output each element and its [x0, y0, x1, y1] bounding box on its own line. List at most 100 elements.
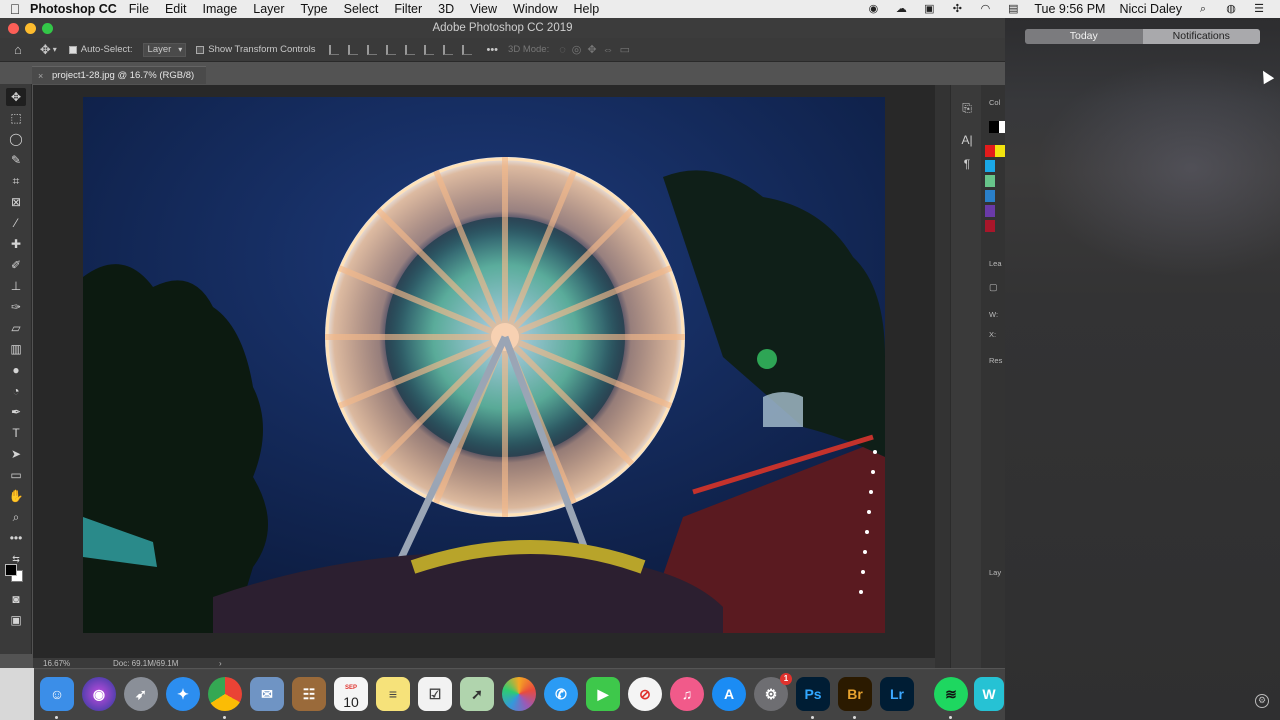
quick-mask-icon[interactable]: ◙ [6, 590, 26, 608]
menu-filter[interactable]: Filter [394, 2, 422, 16]
menubar-user[interactable]: Nicci Daley [1119, 2, 1182, 16]
record-icon[interactable]: ◉ [866, 2, 880, 16]
reminders-icon[interactable]: ☑ [418, 677, 452, 711]
system-preferences-icon[interactable]: ⚙ 1 [754, 673, 792, 711]
extensions-icon[interactable]: ✣ [950, 2, 964, 16]
menu-select[interactable]: Select [344, 2, 379, 16]
show-transform-checkbox[interactable] [196, 45, 205, 54]
messages-icon[interactable]: ✆ [544, 677, 578, 711]
color-panel-label[interactable]: Col [989, 98, 1000, 107]
hand-tool-icon[interactable]: ✋ [6, 487, 26, 505]
eraser-tool-icon[interactable]: ▱ [6, 319, 26, 337]
menu-edit[interactable]: Edit [165, 2, 187, 16]
clone-stamp-tool-icon[interactable]: ⊥ [6, 277, 26, 295]
menu-3d[interactable]: 3D [438, 2, 454, 16]
spotify-icon[interactable]: ≋ [934, 677, 968, 711]
lasso-tool-icon[interactable]: ◯ [6, 130, 26, 148]
safari-icon[interactable]: ✦ [166, 677, 200, 711]
rectangle-tool-icon[interactable]: ▭ [6, 466, 26, 484]
input-flag-icon[interactable]: ▤ [1006, 2, 1020, 16]
menu-app-name[interactable]: Photoshop CC [30, 2, 117, 16]
move-tool-icon[interactable]: ✥ [6, 88, 26, 106]
mail-icon[interactable]: ✉ [250, 677, 284, 711]
layers-panel-label[interactable]: Lay [989, 568, 1001, 577]
zoom-tool-icon[interactable]: ⌕ [6, 508, 26, 526]
canvas-area[interactable] [33, 85, 935, 658]
itunes-icon[interactable]: ♫ [670, 677, 704, 711]
character-panel-icon[interactable]: A| [957, 129, 977, 153]
foreground-color-swatch[interactable] [5, 564, 17, 576]
align-right-icon[interactable] [367, 44, 378, 55]
swatch-purple[interactable] [985, 205, 995, 217]
3d-mode-icons[interactable]: ◌◎✥⇔▭ [559, 43, 636, 56]
apple-menu-icon[interactable]:  [0, 1, 30, 17]
menu-file[interactable]: File [129, 2, 149, 16]
swatch-blue[interactable] [985, 190, 995, 202]
lightroom-dock-icon[interactable]: Lr [880, 677, 914, 711]
nc-tab-notifications[interactable]: Notifications [1142, 29, 1260, 44]
zoom-window-icon[interactable] [42, 23, 53, 34]
dodge-tool-icon[interactable]: ◔ [6, 382, 26, 400]
frame-tool-icon[interactable]: ⊠ [6, 193, 26, 211]
brush-tool-icon[interactable]: ✐ [6, 256, 26, 274]
siri-app-icon[interactable]: ◉ [82, 677, 116, 711]
calendar-icon[interactable]: SEP 10 [334, 677, 368, 711]
eyedropper-tool-icon[interactable]: ⁄ [6, 214, 26, 232]
paragraph-panel-icon[interactable]: ¶ [957, 153, 977, 177]
nc-settings-gear-icon[interactable]: ⚙ [1255, 694, 1269, 708]
close-window-icon[interactable] [8, 23, 19, 34]
edit-toolbar-icon[interactable]: ••• [6, 529, 26, 547]
learn-panel-label[interactable]: Lea [989, 259, 1002, 268]
contacts-icon[interactable]: ☷ [292, 677, 326, 711]
spotlight-search-icon[interactable]: ⌕ [1196, 2, 1210, 16]
swatch-black[interactable] [989, 121, 999, 133]
document-tab[interactable]: × project1-28.jpg @ 16.7% (RGB/8) [32, 66, 207, 85]
menu-layer[interactable]: Layer [253, 2, 284, 16]
facetime-icon[interactable]: ▶ [586, 677, 620, 711]
ferris-wheel-photo[interactable] [83, 97, 885, 633]
pen-tool-icon[interactable]: ✒ [6, 403, 26, 421]
more-options-icon[interactable]: ••• [486, 44, 498, 56]
evernote-icon[interactable]: ▣ [922, 2, 936, 16]
history-panel-icon[interactable]: ⎘ [957, 97, 977, 121]
path-selection-tool-icon[interactable]: ➤ [6, 445, 26, 463]
creative-cloud-icon[interactable]: ☁ [894, 2, 908, 16]
distribute-h-icon[interactable] [386, 44, 397, 55]
webex-icon[interactable]: W [974, 677, 1004, 711]
menu-image[interactable]: Image [203, 2, 238, 16]
swatch-yellow[interactable] [995, 145, 1005, 157]
menu-window[interactable]: Window [513, 2, 557, 16]
chrome-icon[interactable] [208, 677, 242, 711]
align-left-icon[interactable] [329, 44, 340, 55]
align-bottom-icon[interactable] [443, 44, 454, 55]
close-tab-icon[interactable]: × [38, 67, 43, 85]
align-top-icon[interactable] [405, 44, 416, 55]
align-middle-icon[interactable] [424, 44, 435, 55]
nc-tab-today[interactable]: Today [1025, 29, 1143, 44]
gradient-tool-icon[interactable]: ▥ [6, 340, 26, 358]
auto-select-checkbox[interactable] [68, 45, 77, 54]
photos-icon[interactable] [502, 677, 536, 711]
menu-help[interactable]: Help [574, 2, 600, 16]
tool-preset-chevron-icon[interactable]: ▾ [53, 45, 57, 54]
type-tool-icon[interactable]: T [6, 424, 26, 442]
menu-type[interactable]: Type [301, 2, 328, 16]
screen-mode-icon[interactable]: ▣ [6, 611, 26, 629]
notes-icon[interactable]: ≡ [376, 677, 410, 711]
move-tool-icon[interactable]: ✥ [40, 42, 51, 58]
maps-icon[interactable]: ➚ [460, 677, 494, 711]
news-icon[interactable]: ⊘ [628, 677, 662, 711]
auto-select-dropdown[interactable]: Layer [142, 42, 187, 57]
marquee-tool-icon[interactable]: ⬚ [6, 109, 26, 127]
wifi-icon[interactable]: ◠ [978, 2, 992, 16]
launchpad-icon[interactable]: ➶ [124, 677, 158, 711]
home-icon[interactable]: ⌂ [14, 42, 22, 57]
siri-icon[interactable]: ◍ [1224, 2, 1238, 16]
photoshop-dock-icon[interactable]: Ps [796, 677, 830, 711]
history-brush-tool-icon[interactable]: ✑ [6, 298, 26, 316]
swatch-cyan[interactable] [985, 160, 995, 172]
properties-doc-icon[interactable]: ▢ [989, 282, 998, 293]
menubar-clock[interactable]: Tue 9:56 PM [1034, 2, 1105, 16]
blur-tool-icon[interactable]: ● [6, 361, 26, 379]
finder-icon[interactable]: ☺ [40, 677, 74, 711]
